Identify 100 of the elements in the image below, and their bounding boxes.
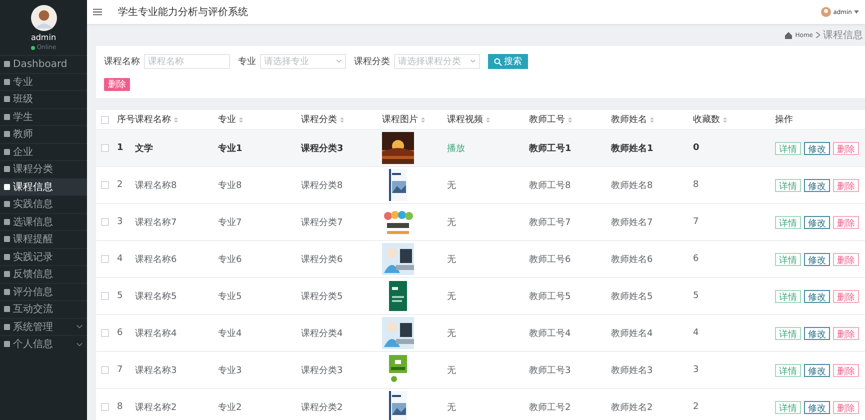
table-cell-text: 教师姓名8 bbox=[611, 180, 653, 192]
checkbox[interactable] bbox=[101, 218, 109, 226]
table-cell-text: 课程名称7 bbox=[135, 216, 177, 228]
edit-button[interactable]: 修改 bbox=[804, 252, 830, 266]
menu-item-icon bbox=[4, 306, 10, 312]
sort-icon[interactable] bbox=[486, 116, 490, 122]
table-row[interactable]: 3 课程名称7 专业7 课程分类7 无 教师工号7 教师姓名7 7 详情 修改 删除 bbox=[96, 204, 865, 241]
checkbox[interactable] bbox=[101, 181, 109, 189]
table-cell-text: 教师姓名5 bbox=[611, 290, 653, 302]
table-cell-text: 无 bbox=[447, 402, 456, 414]
column-header[interactable]: 收藏数 bbox=[693, 113, 720, 126]
column-header[interactable]: 课程图片 bbox=[382, 113, 418, 126]
table-cell-text: 教师工号1 bbox=[529, 142, 572, 154]
sidebar-item[interactable]: 课程信息 bbox=[0, 178, 87, 195]
sort-icon[interactable] bbox=[568, 116, 572, 122]
detail-button[interactable]: 详情 bbox=[775, 290, 801, 302]
column-header[interactable]: 课程分类 bbox=[301, 113, 337, 126]
column-header[interactable]: 教师工号 bbox=[529, 113, 565, 126]
table-row[interactable]: 1 文学 专业1 课程分类3 播放 教师工号1 教师姓名1 0 详情 修改 删除 bbox=[96, 130, 865, 167]
select-field[interactable]: 请选择专业 bbox=[260, 54, 346, 69]
table-cell-text: 专业1 bbox=[218, 142, 242, 154]
chevron-icon bbox=[76, 324, 83, 330]
table-cell-text: 课程名称4 bbox=[135, 328, 177, 340]
table-cell-text: 专业2 bbox=[218, 402, 242, 414]
detail-button[interactable]: 详情 bbox=[775, 364, 801, 376]
table-cell: 4 bbox=[693, 328, 699, 338]
table-row[interactable]: 6 课程名称4 专业4 课程分类4 无 教师工号4 教师姓名4 4 详情 修改 删除 bbox=[96, 315, 865, 352]
edit-button[interactable]: 修改 bbox=[804, 178, 830, 192]
sort-icon[interactable] bbox=[421, 116, 425, 122]
table-cell-text: 教师工号6 bbox=[529, 254, 571, 266]
chevron-icon bbox=[76, 342, 83, 347]
sort-icon[interactable] bbox=[340, 116, 344, 122]
table-row[interactable]: 2 课程名称8 专业8 课程分类8 无 教师工号8 教师姓名8 8 详情 修改 删除 bbox=[96, 167, 865, 204]
checkbox[interactable] bbox=[101, 144, 109, 152]
delete-button[interactable]: 删除 bbox=[833, 400, 859, 414]
edit-button[interactable]: 修改 bbox=[804, 400, 830, 414]
menu-item-icon bbox=[4, 288, 10, 295]
edit-button[interactable]: 修改 bbox=[804, 326, 830, 340]
field-label: 专业 bbox=[238, 56, 256, 68]
column-header[interactable]: 专业 bbox=[218, 113, 236, 126]
table-row[interactable]: 8 课程名称2 专业2 课程分类2 无 教师工号2 教师姓名2 2 详情 修改 删除 bbox=[96, 389, 865, 420]
chevron-icon bbox=[470, 59, 476, 63]
app-title: 学生专业能力分析与评价系统 bbox=[118, 6, 249, 19]
table-cell-text: 教师姓名7 bbox=[611, 216, 653, 228]
detail-button[interactable]: 详情 bbox=[775, 252, 801, 266]
table-cell-text: 专业7 bbox=[218, 216, 242, 228]
delete-button[interactable]: 删除 bbox=[833, 290, 859, 302]
delete-button[interactable]: 删除 bbox=[833, 142, 859, 154]
table-cell-text: 课程名称6 bbox=[135, 254, 177, 266]
checkbox[interactable] bbox=[101, 329, 109, 337]
checkbox[interactable] bbox=[101, 292, 109, 300]
detail-button[interactable]: 详情 bbox=[775, 142, 801, 154]
menu-item-icon bbox=[4, 271, 10, 278]
sort-icon[interactable] bbox=[174, 116, 178, 122]
edit-button[interactable]: 修改 bbox=[804, 216, 830, 228]
search-icon bbox=[494, 58, 502, 66]
table-cell-text: 无 bbox=[447, 328, 456, 340]
table-cell: 6 bbox=[117, 328, 123, 338]
sort-icon[interactable] bbox=[723, 116, 727, 122]
column-header[interactable]: 序号 bbox=[117, 113, 135, 126]
table-row[interactable]: 5 课程名称5 专业5 课程分类5 无 教师工号5 教师姓名5 5 详情 修改 删除 bbox=[96, 278, 865, 315]
edit-button[interactable]: 修改 bbox=[804, 364, 830, 376]
sort-icon[interactable] bbox=[239, 116, 243, 122]
avatar-icon[interactable] bbox=[821, 7, 832, 17]
table-cell: 4 bbox=[117, 254, 123, 264]
column-header[interactable]: 教师姓名 bbox=[611, 113, 647, 126]
checkbox[interactable] bbox=[101, 116, 109, 124]
table-cell-text: 播放 bbox=[447, 142, 465, 154]
table-cell: 7 bbox=[693, 217, 699, 227]
checkbox[interactable] bbox=[101, 255, 109, 263]
delete-button[interactable]: 删除 bbox=[833, 252, 859, 266]
table-cell: 1 bbox=[117, 143, 124, 153]
menu-icon[interactable] bbox=[93, 8, 102, 16]
delete-button[interactable]: 删除 bbox=[104, 78, 130, 91]
detail-button[interactable]: 详情 bbox=[775, 326, 801, 340]
checkbox[interactable] bbox=[101, 366, 109, 374]
detail-button[interactable]: 详情 bbox=[775, 216, 801, 228]
delete-button[interactable]: 删除 bbox=[833, 216, 859, 228]
sort-icon[interactable] bbox=[650, 116, 654, 122]
select-field[interactable]: 请选择课程分类 bbox=[394, 54, 480, 69]
table-row[interactable]: 7 课程名称3 专业3 课程分类3 无 教师工号3 教师姓名3 3 详情 修改 删除 bbox=[96, 352, 865, 389]
table-cell-text: 专业8 bbox=[218, 180, 242, 192]
detail-button[interactable]: 详情 bbox=[775, 178, 801, 192]
detail-button[interactable]: 详情 bbox=[775, 400, 801, 414]
column-header[interactable]: 操作 bbox=[775, 113, 793, 126]
menu-item-icon bbox=[4, 254, 10, 260]
table-cell-text: 无 bbox=[447, 216, 456, 228]
input-field[interactable]: 课程名称 bbox=[144, 54, 230, 69]
checkbox[interactable] bbox=[101, 403, 109, 411]
edit-button[interactable]: 修改 bbox=[804, 290, 830, 302]
delete-button[interactable]: 删除 bbox=[833, 364, 859, 376]
column-header[interactable]: 课程名称 bbox=[135, 113, 171, 126]
table-row[interactable]: 4 课程名称6 专业6 课程分类6 无 教师工号6 教师姓名6 6 详情 修改 删除 bbox=[96, 241, 865, 278]
delete-button[interactable]: 删除 bbox=[833, 326, 859, 340]
menu-item-icon bbox=[4, 184, 10, 190]
caret-icon[interactable] bbox=[854, 10, 859, 14]
column-header[interactable]: 课程视频 bbox=[447, 113, 483, 126]
delete-button[interactable]: 删除 bbox=[833, 178, 859, 192]
table-cell-text: 教师工号4 bbox=[529, 328, 571, 340]
edit-button[interactable]: 修改 bbox=[804, 142, 830, 154]
